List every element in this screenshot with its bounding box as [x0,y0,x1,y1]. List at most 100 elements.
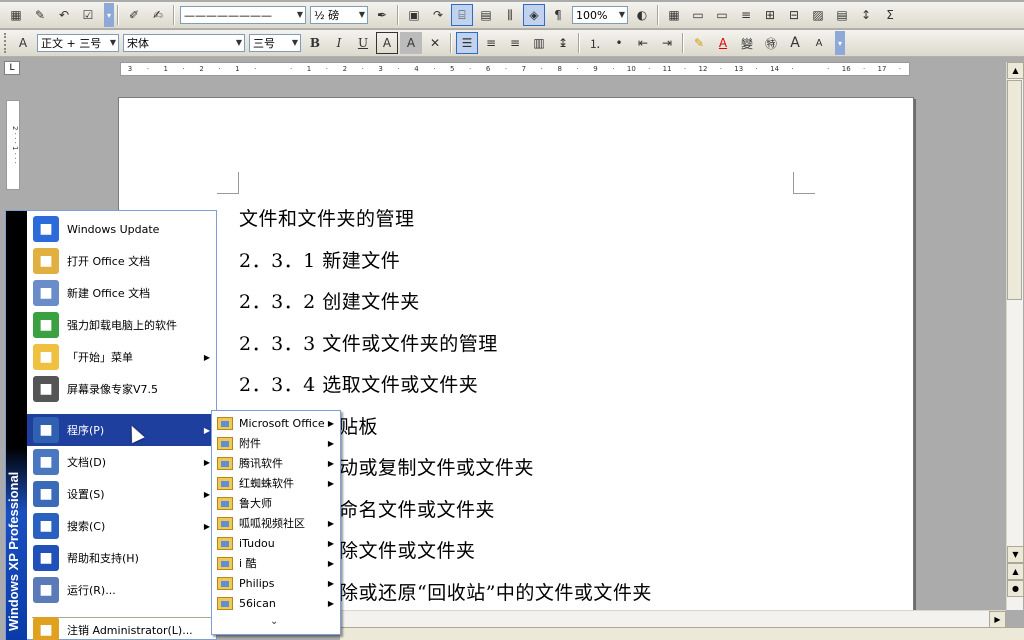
character-shading-button[interactable]: A [400,32,422,54]
italic-button[interactable]: I [328,32,350,54]
character-border-button[interactable]: A [376,32,398,54]
scroll-down-icon[interactable]: ▼ [1007,546,1024,563]
autosum-icon[interactable]: ▤ [831,4,853,26]
enclose-characters-button[interactable]: ㊕ [760,32,782,54]
underline-button[interactable]: U [352,32,374,54]
start-menu-item[interactable]: ■ 打开 Office 文档 [27,245,216,277]
paragraph-mark-icon[interactable]: ¶ [547,4,569,26]
vertical-ruler[interactable]: 2 · · · 1 · · · [6,100,20,190]
draw-table-icon[interactable]: ▦ [5,4,27,26]
phonetic-guide-button[interactable]: 變 [736,32,758,54]
font-size-dropdown[interactable]: 三号 ▼ [249,34,301,52]
toolbar-grip[interactable] [4,33,8,53]
doc-line[interactable]: 2．3．2 创建文件夹 [239,287,420,314]
doc-line[interactable]: 命名文件或文件夹 [339,495,495,522]
highlight-icon[interactable]: ✎ [688,32,710,54]
distributed-icon[interactable]: ▥ [528,32,550,54]
toolbar-options-chevron[interactable]: ▾ [104,3,114,27]
scroll-up-icon[interactable]: ▲ [1007,62,1024,79]
increase-indent-icon[interactable]: ⇥ [656,32,678,54]
pen-color-icon[interactable]: ✒ [371,4,393,26]
start-menu-item[interactable]: ■ 程序(P) ▶ [27,414,216,446]
bullets-icon[interactable]: • [608,32,630,54]
style-dropdown[interactable]: 正文 + 三号 ▼ [37,34,119,52]
edit-icon[interactable]: ✍ [147,4,169,26]
start-menu-item[interactable]: ■ 新建 Office 文档 [27,277,216,309]
start-menu-item[interactable]: ■ Windows Update [27,213,216,245]
redo-icon[interactable]: ↷ [427,4,449,26]
start-menu-item[interactable]: ■ 强力卸载电脑上的软件 [27,309,216,341]
align-icon[interactable]: ≡ [735,4,757,26]
show-hide-icon[interactable]: ⌸ [451,4,473,26]
doc-line[interactable]: 文件和文件夹的管理 [239,204,415,231]
programs-submenu-item[interactable]: 呱呱视频社区 ▶ [212,513,340,533]
programs-submenu-item[interactable]: iTudou ▶ [212,533,340,553]
start-menu-item[interactable]: ■ 文档(D) ▶ [27,446,216,478]
expand-more-icon[interactable]: ⌄ [270,616,278,627]
shrink-font-button[interactable]: A [808,32,830,54]
character-scaling-icon[interactable]: ✕ [424,32,446,54]
numbering-icon[interactable]: ⒈ [584,32,606,54]
styles-icon[interactable]: A [12,32,34,54]
bold-button[interactable]: B [304,32,326,54]
merge-cells-icon[interactable]: ▭ [687,4,709,26]
start-menu-item[interactable]: ■ 注销 Administrator(L)... [27,614,216,640]
programs-submenu-item[interactable]: Philips ▶ [212,573,340,593]
decrease-indent-icon[interactable]: ⇤ [632,32,654,54]
eraser-icon[interactable]: ✎ [29,4,51,26]
doc-line[interactable]: 动或复制文件或文件夹 [339,453,534,480]
start-menu-item[interactable]: ■ 运行(R)... [27,574,216,606]
start-menu-item[interactable]: ■ 「开始」菜单 ▶ [27,341,216,373]
fill-color-icon[interactable]: ◐ [631,4,653,26]
sum-icon[interactable]: Σ [879,4,901,26]
doc-line[interactable]: 除或还原“回收站”中的文件或文件夹 [339,578,652,605]
line-weight-dropdown[interactable]: ½ 磅 ▼ [310,6,368,24]
programs-submenu-item[interactable]: 56ican ▶ [212,593,340,613]
table-icon[interactable]: ▦ [663,4,685,26]
scroll-right-icon[interactable]: ▶ [989,611,1006,628]
vertical-scroll-thumb[interactable] [1007,80,1022,300]
columns-icon[interactable]: ⫼ [499,4,521,26]
select-browse-object-icon[interactable]: ● [1007,580,1024,597]
insert-comment-icon[interactable]: ✐ [123,4,145,26]
line-spacing-icon[interactable]: ↨ [552,32,574,54]
toolbar-options-chevron[interactable]: ▾ [835,31,845,55]
doc-line[interactable]: 除文件或文件夹 [339,536,476,563]
programs-submenu-item[interactable]: i 酷 ▶ [212,553,340,573]
line-style-dropdown[interactable]: ———————— ▼ [180,6,306,24]
programs-submenu-item[interactable]: 附件 ▶ [212,433,340,453]
checkbox-icon[interactable]: ☑ [77,4,99,26]
sort-icon[interactable]: ↕ [855,4,877,26]
start-menu-item[interactable]: ■ 设置(S) ▶ [27,478,216,510]
align-center-icon[interactable]: ≡ [480,32,502,54]
start-menu-item[interactable]: ■ 帮助和支持(H) [27,542,216,574]
previous-page-icon[interactable]: ▲ [1007,563,1024,580]
zoom-dropdown[interactable]: 100% ▼ [572,6,628,24]
tab-selector[interactable]: L [4,61,20,75]
doc-line[interactable]: 2．3．4 选取文件或文件夹 [239,370,478,397]
doc-line[interactable]: 贴板 [339,412,378,439]
autoformat-icon[interactable]: ▨ [807,4,829,26]
doc-line[interactable]: 2．3．3 文件或文件夹的管理 [239,329,498,356]
distribute-columns-icon[interactable]: ⊟ [783,4,805,26]
undo-icon[interactable]: ↶ [53,4,75,26]
grow-font-button[interactable]: A [784,32,806,54]
font-dropdown[interactable]: 宋体 ▼ [123,34,245,52]
font-color-button[interactable]: A [712,32,734,54]
programs-submenu-item[interactable]: Microsoft Office ▶ [212,413,340,433]
horizontal-ruler[interactable]: 3 · 1 · 2 · 1 · · 1 · 2 · 3 · 4 · 5 · 6 · 7 · 8 · 9 · 10 · 11 · 12 · 13 · 1… [120,62,910,76]
start-menu-item[interactable]: ■ 屏幕录像专家V7.5 [27,373,216,405]
align-justify-icon[interactable]: ☰ [456,32,478,54]
doc-line[interactable]: 2．3．1 新建文件 [239,246,400,273]
split-cells-icon[interactable]: ▭ [711,4,733,26]
programs-submenu-item[interactable]: 鲁大师 [212,493,340,513]
distribute-rows-icon[interactable]: ⊞ [759,4,781,26]
drawing-icon[interactable]: ◈ [523,4,545,26]
programs-submenu-item[interactable]: 腾讯软件 ▶ [212,453,340,473]
start-menu-item[interactable]: ■ 搜索(C) ▶ [27,510,216,542]
horizontal-scrollbar[interactable]: ▶ [338,610,1006,628]
programs-submenu-item[interactable]: 红蜘蛛软件 ▶ [212,473,340,493]
borders-icon[interactable]: ▣ [403,4,425,26]
excel-icon[interactable]: ▤ [475,4,497,26]
align-right-icon[interactable]: ≡ [504,32,526,54]
